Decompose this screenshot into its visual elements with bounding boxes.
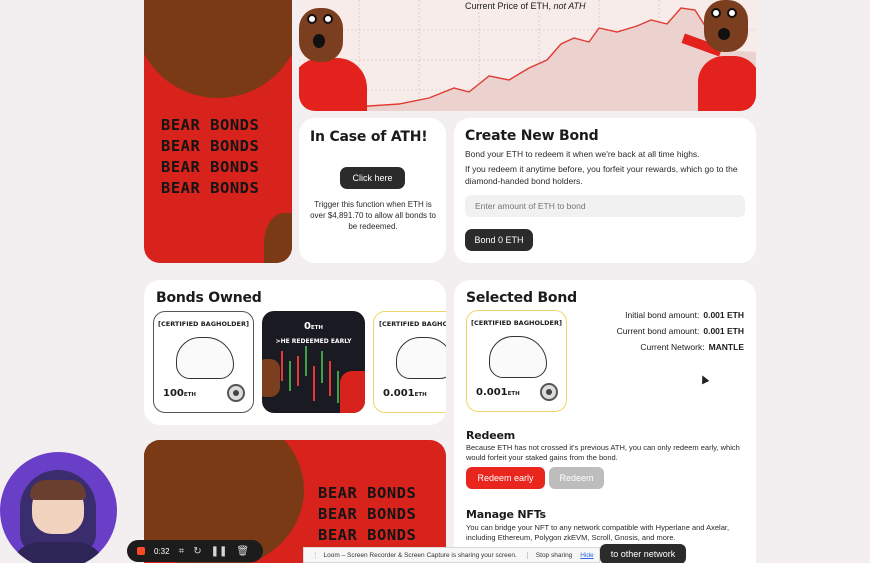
bonds-owned-card: Bonds Owned [CERTIFIED BAGHOLDER] 100ETH…	[144, 280, 446, 425]
chart-title-text: Current Price of ETH,	[465, 1, 552, 11]
manage-nfts-title: Manage NFTs	[466, 508, 546, 521]
create-bond-title: Create New Bond	[465, 128, 599, 144]
banner-line: BEAR BONDS	[161, 179, 260, 197]
current-bond-label: Current bond amount:	[616, 326, 700, 336]
polar-bear-icon	[176, 337, 234, 379]
draw-icon[interactable]: ⌗	[179, 546, 185, 557]
bond-eth-button[interactable]: Bond 0 ETH	[465, 229, 533, 251]
current-network-row: Current Network: MANTLE	[640, 342, 744, 352]
nft-card[interactable]: [CERTIFIED BAGHOLDER] 0.001ETH	[373, 311, 446, 413]
banner-line: BEAR BONDS	[318, 505, 417, 523]
nft-amount: 0.001ETH	[476, 387, 520, 398]
stop-sharing-button[interactable]: Stop sharing	[526, 551, 581, 559]
bridge-button[interactable]: to other network	[600, 544, 686, 563]
bear-bonds-banner-top: BEAR BONDS BEAR BONDS BEAR BONDS BEAR BO…	[144, 0, 292, 263]
redeem-description: Because ETH has not crossed it's previou…	[466, 443, 740, 462]
redeem-early-button[interactable]: Redeem early	[466, 467, 545, 489]
ath-description: Trigger this function when ETH is over $…	[310, 200, 436, 231]
bear-right-illustration	[681, 0, 756, 111]
nft-amount: 100ETH	[163, 388, 196, 399]
banner-line: BEAR BONDS	[161, 137, 260, 155]
ath-card: In Case of ATH! Click here Trigger this …	[299, 118, 446, 263]
redeem-title: Redeem	[466, 429, 515, 442]
current-bond-row: Current bond amount: 0.001 ETH	[617, 326, 744, 336]
banner-brown-blob	[144, 0, 292, 98]
initial-bond-row: Initial bond amount: 0.001 ETH	[625, 310, 744, 320]
selected-nft-card[interactable]: [CERTIFIED BAGHOLDER] 0.001ETH	[466, 310, 567, 412]
mouse-cursor-icon	[698, 373, 710, 385]
restart-icon[interactable]: ↻	[193, 546, 201, 557]
coin-icon	[227, 384, 245, 402]
nft-amount-value: 0	[303, 321, 311, 332]
bear-bonds-text: BEAR BONDS BEAR BONDS BEAR BONDS	[318, 483, 416, 546]
create-bond-line1: Bond your ETH to redeem it when we're ba…	[465, 149, 700, 159]
bear-body-right	[340, 371, 365, 413]
click-here-button[interactable]: Click here	[340, 167, 405, 189]
recording-time: 0:32	[154, 546, 170, 556]
nft-amount-unit: ETH	[414, 392, 427, 398]
chart-title: Current Price of ETH, not ATH	[465, 1, 586, 11]
share-text: Loom – Screen Recorder & Screen Capture …	[323, 551, 517, 559]
bonds-owned-title: Bonds Owned	[156, 290, 262, 306]
chart-title-italic: not ATH	[553, 1, 586, 11]
stop-record-icon[interactable]	[137, 547, 145, 555]
trash-icon[interactable]: 🗑	[236, 546, 249, 557]
current-bond-value: 0.001 ETH	[703, 326, 744, 336]
nft-label: [CERTIFIED BAGHOLDER]	[158, 320, 249, 328]
banner-line: BEAR BONDS	[318, 484, 417, 502]
nft-amount-unit: ETH	[507, 391, 520, 397]
nft-amount-unit: ETH	[183, 392, 196, 398]
nft-label: [CERTIFIED BAGHOLDER]	[471, 319, 562, 327]
eth-price-chart-card: Current Price of ETH, not ATH	[299, 0, 756, 111]
banner-brown-corner	[264, 213, 292, 263]
nft-amount-top: 0ETH	[262, 321, 365, 332]
webcam-avatar	[0, 452, 117, 563]
bear-bonds-text: BEAR BONDS BEAR BONDS BEAR BONDS BEAR BO…	[161, 115, 259, 199]
selected-bond-card: Selected Bond [CERTIFIED BAGHOLDER] 0.00…	[454, 280, 756, 563]
pause-icon[interactable]: ❚❚	[211, 546, 228, 557]
nft-amount-unit: ETH	[310, 325, 324, 331]
bear-left-illustration	[299, 0, 369, 111]
bond-amount-input[interactable]	[465, 195, 745, 217]
create-bond-line2: If you redeem it anytime before, you for…	[465, 164, 738, 186]
ath-title: In Case of ATH!	[310, 129, 428, 145]
nft-label: [CERTIFIED BAGHOLDER]	[379, 320, 446, 328]
banner-line: BEAR BONDS	[161, 116, 260, 134]
recorder-controls: 0:32 ⌗ ↻ ❚❚ 🗑	[127, 540, 263, 562]
coin-icon	[540, 383, 558, 401]
initial-bond-label: Initial bond amount:	[625, 310, 700, 320]
nft-card[interactable]: 0ETH >HE REDEEMED EARLY	[262, 311, 365, 413]
polar-bear-icon	[489, 336, 547, 378]
initial-bond-value: 0.001 ETH	[703, 310, 744, 320]
share-grip-icon: ⋮	[312, 552, 319, 559]
create-bond-card: Create New Bond Bond your ETH to redeem …	[454, 118, 756, 263]
screen-share-bar: ⋮ Loom – Screen Recorder & Screen Captur…	[303, 547, 600, 563]
nft-card[interactable]: [CERTIFIED BAGHOLDER] 100ETH	[153, 311, 254, 413]
nft-amount-value: 100	[163, 388, 184, 399]
banner-line: BEAR BONDS	[318, 526, 417, 544]
nft-caption: >HE REDEEMED EARLY	[275, 338, 352, 345]
redeem-button[interactable]: Redeem	[549, 467, 604, 489]
nft-amount-value: 0.001	[476, 387, 508, 398]
hide-button[interactable]: Hide	[580, 552, 593, 559]
current-network-label: Current Network:	[640, 342, 705, 352]
nft-amount-value: 0.001	[383, 388, 415, 399]
current-network-value: MANTLE	[708, 342, 744, 352]
nft-amount: 0.001ETH	[383, 388, 427, 399]
banner-line: BEAR BONDS	[161, 158, 260, 176]
polar-bear-icon	[396, 337, 446, 379]
bear-face-left	[262, 359, 280, 397]
manage-nfts-description: You can bridge your NFT to any network c…	[466, 523, 730, 542]
selected-bond-title: Selected Bond	[466, 290, 577, 306]
